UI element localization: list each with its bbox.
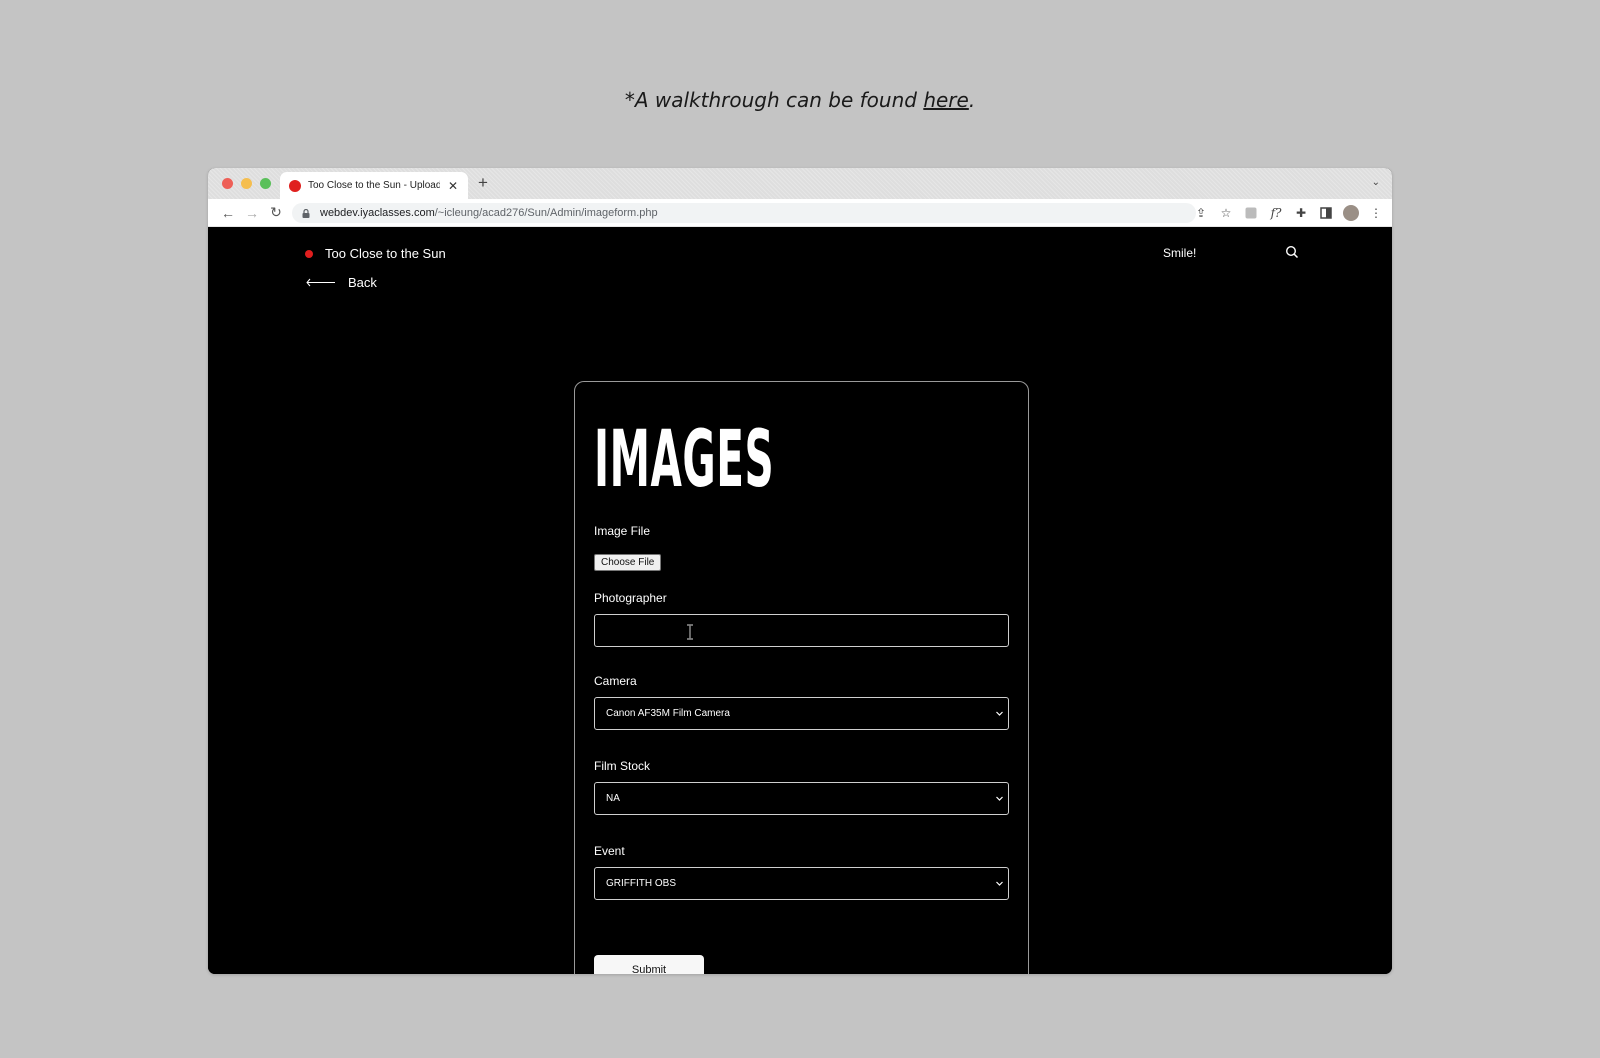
address-bar[interactable]: webdev.iyaclasses.com/~icleung/acad276/S… [292,203,1196,223]
back-arrow-icon[interactable]: ← [216,205,240,221]
url-path: /~icleung/acad276/Sun/Admin/imageform.ph… [434,207,658,219]
brand-name: Too Close to the Sun [325,246,446,261]
film-stock-select[interactable]: NA [594,782,1009,815]
puzzle-icon[interactable]: ✚ [1293,203,1309,223]
film-stock-label: Film Stock [594,759,651,773]
tab-search-icon[interactable]: ⌄ [1372,177,1380,188]
reload-icon[interactable]: ↻ [264,204,288,221]
camera-label: Camera [594,674,637,688]
browser-tab[interactable]: Too Close to the Sun - Upload ✕ [280,172,468,199]
site-brand[interactable]: Too Close to the Sun [305,246,446,261]
maximize-window-button[interactable] [260,178,271,189]
lock-icon[interactable] [302,208,310,218]
film-stock-value: NA [606,793,620,804]
tab-title: Too Close to the Sun - Upload [308,180,440,191]
choose-file-button[interactable]: Choose File [594,554,662,571]
form-heading: IMAGES [594,415,775,505]
tab-strip: Too Close to the Sun - Upload ✕ + ⌄ [208,168,1392,199]
url-host: webdev.iyaclasses.com [320,207,435,219]
back-link[interactable]: Back [306,275,377,290]
back-label: Back [348,275,377,290]
event-value: GRIFFITH OBS [606,878,676,889]
star-icon[interactable]: ☆ [1218,203,1234,223]
browser-window: Too Close to the Sun - Upload ✕ + ⌄ ← → … [208,168,1392,974]
chevron-down-icon [996,881,1003,886]
photographer-input[interactable] [594,614,1009,647]
camera-select[interactable]: Canon AF35M Film Camera [594,697,1009,730]
url-text[interactable]: webdev.iyaclasses.com/~icleung/acad276/S… [320,207,658,219]
minimize-window-button[interactable] [241,178,252,189]
browser-toolbar: ← → ↻ webdev.iyaclasses.com/~icleung/aca… [208,199,1392,227]
photographer-label: Photographer [594,591,667,605]
caption-text: *A walkthrough can be found [624,88,924,112]
brand-dot-icon [305,249,313,258]
sidepanel-icon[interactable] [1318,203,1334,223]
share-icon[interactable]: ⇪ [1193,203,1209,223]
toolbar-actions: ⇪ ☆ f? ✚ ⋮ [1193,203,1384,223]
window-controls [222,178,271,189]
kebab-menu-icon[interactable]: ⋮ [1368,203,1384,223]
web-page: Too Close to the Sun Back Smile! IMAGES … [208,227,1392,974]
search-icon[interactable] [1285,245,1299,259]
walkthrough-caption: *A walkthrough can be found here. [0,88,1600,112]
caption-period: . [968,88,976,112]
forward-arrow-icon[interactable]: → [240,205,264,221]
submit-button[interactable]: Submit [594,955,704,974]
walkthrough-link[interactable]: here [923,88,969,112]
fonts-icon[interactable]: f? [1268,203,1284,223]
left-arrow-icon [306,278,335,287]
extension-icon[interactable] [1243,203,1259,223]
event-label: Event [594,844,625,858]
upload-form-card: IMAGES Image File Choose File Photograph… [574,381,1029,974]
profile-avatar[interactable] [1343,205,1359,221]
smile-link[interactable]: Smile! [1163,246,1196,260]
new-tab-icon[interactable]: + [478,173,488,193]
event-select[interactable]: GRIFFITH OBS [594,867,1009,900]
close-tab-icon[interactable]: ✕ [448,179,458,193]
image-file-label: Image File [594,524,651,538]
chevron-down-icon [996,796,1003,801]
chevron-down-icon [996,711,1003,716]
close-window-button[interactable] [222,178,233,189]
camera-value: Canon AF35M Film Camera [606,708,730,719]
text-cursor-icon [687,624,693,640]
favicon-icon [289,179,301,192]
